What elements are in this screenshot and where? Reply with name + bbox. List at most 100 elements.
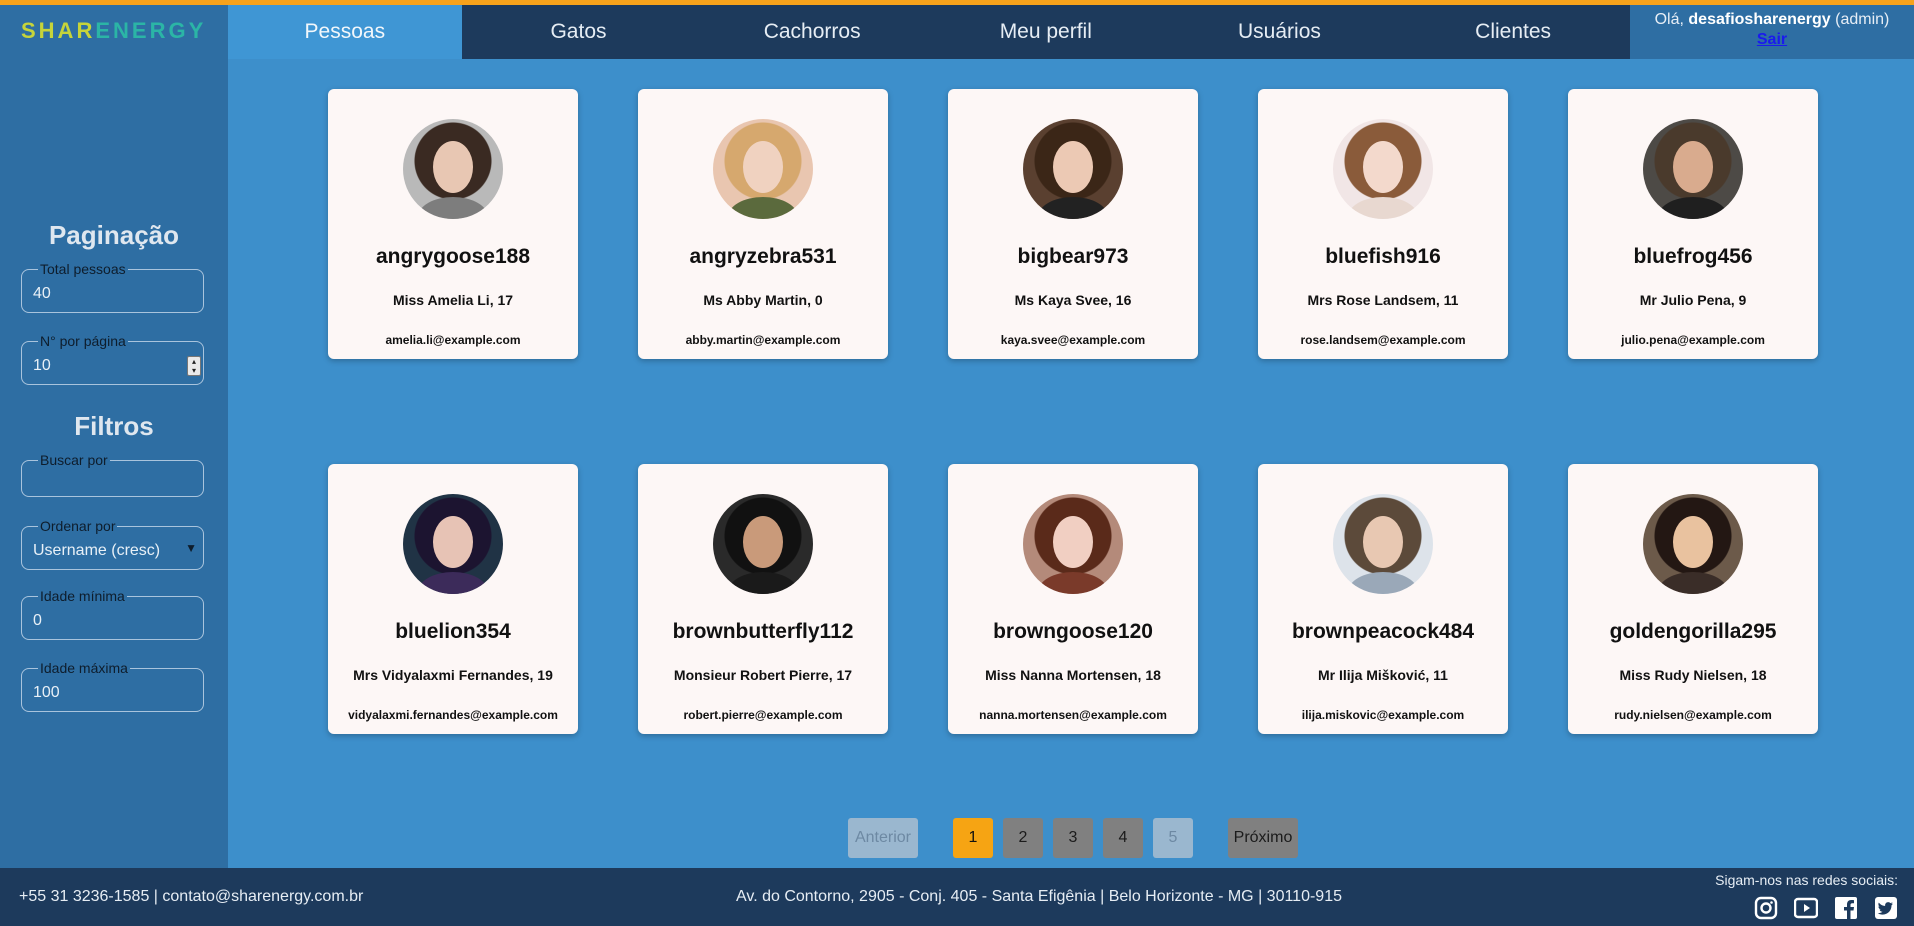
person-email: robert.pierre@example.com [683,708,843,722]
person-card[interactable]: browngoose120 Miss Nanna Mortensen, 18 nan… [948,464,1198,734]
sharenergy-logo[interactable]: SHARENERGY [21,18,206,44]
min-age-value: 0 [33,612,42,629]
person-username: bluefish916 [1325,245,1441,268]
page-button-5[interactable]: 5 [1153,818,1193,858]
person-card[interactable]: bigbear973 Ms Kaya Svee, 16 kaya.svee@exam… [948,89,1198,359]
twitter-icon[interactable] [1874,896,1898,920]
per-page-value: 10 [33,357,51,374]
user-name: desafiosharenergy [1688,11,1831,28]
person-fullname: Mrs Vidyalaxmi Fernandes, 19 [353,667,553,683]
avatar [403,119,503,219]
person-card[interactable]: angrygoose188 Miss Amelia Li, 17 amelia.li… [328,89,578,359]
person-username: bluelion354 [395,620,511,643]
chevron-down-icon: ▼ [185,541,197,555]
total-people-label: Total pessoas [38,261,128,277]
tab-usuarios[interactable]: Usuários [1163,5,1397,59]
logout-link[interactable]: Sair [1630,31,1914,49]
person-fullname: Miss Amelia Li, 17 [392,292,514,308]
page-button-3[interactable]: 3 [1053,818,1093,858]
per-page-field[interactable]: N° por página 10 ▴ ▾ [21,333,204,385]
filters-title: Filtros [74,411,154,441]
social-section: Sigam-nos nas redes sociais: [1715,872,1898,920]
social-label: Sigam-nos nas redes sociais: [1715,872,1898,888]
person-email: vidyalaxmi.fernandes@example.com [348,708,558,722]
person-email: ilija.miskovic@example.com [1301,708,1465,722]
person-card[interactable]: brownpeacock484 Mr Ilija Mišković, 11 ilij… [1258,464,1508,734]
person-email: rose.landsem@example.com [1300,333,1466,347]
person-email: julio.pena@example.com [1621,333,1765,347]
person-card[interactable]: goldengorilla295 Miss Rudy Nielsen, 18 rud… [1568,464,1818,734]
total-people-value: 40 [33,285,51,302]
per-page-label: N° por página [38,333,128,349]
order-by-select[interactable]: Ordenar por Username (cresc) ▼ [21,518,204,570]
avatar [1333,494,1433,594]
tab-meu-perfil[interactable]: Meu perfil [929,5,1163,59]
main-nav: Pessoas Gatos Cachorros Meu perfil Usuár… [228,5,1630,59]
person-card[interactable]: bluefish916 Mrs Rose Landsem, 11 rose.land… [1258,89,1508,359]
person-email: nanna.mortensen@example.com [979,708,1167,722]
page-button-2[interactable]: 2 [1003,818,1043,858]
max-age-label: Idade máxima [38,660,130,676]
page-button-4[interactable]: 4 [1103,818,1143,858]
person-fullname: Mrs Rose Landsem, 11 [1307,292,1459,308]
min-age-field[interactable]: Idade mínima 0 [21,588,204,640]
person-username: brownbutterfly112 [672,620,854,643]
min-age-label: Idade mínima [38,588,127,604]
avatar [713,119,813,219]
person-card[interactable]: bluefrog456 Mr Julio Pena, 9 julio.pena@ex… [1568,89,1818,359]
user-role: (admin) [1835,11,1890,28]
person-email: abby.martin@example.com [685,333,841,347]
avatar [403,494,503,594]
avatar [1643,494,1743,594]
footer-contact: +55 31 3236-1585 | contato@sharenergy.co… [19,888,364,905]
avatar [713,494,813,594]
avatar [1643,119,1743,219]
tab-pessoas[interactable]: Pessoas [228,5,462,59]
greeting-text: Olá, [1654,11,1684,28]
max-age-field[interactable]: Idade máxima 100 [21,660,204,712]
user-box: Olá, desafiosharenergy (admin) Sair [1630,5,1914,59]
person-fullname: Monsieur Robert Pierre, 17 [673,667,853,683]
total-people-field[interactable]: Total pessoas 40 [21,261,204,313]
footer-address: Av. do Contorno, 2905 - Conj. 405 - Sant… [736,888,1342,905]
person-fullname: Ms Kaya Svee, 16 [1014,292,1132,308]
person-username: goldengorilla295 [1609,620,1777,643]
youtube-icon[interactable] [1793,896,1819,920]
person-card[interactable]: bluelion354 Mrs Vidyalaxmi Fernandes, 19 v… [328,464,578,734]
sidebar: SHARENERGY Paginação Total pessoas 40 N°… [0,5,228,868]
order-by-label: Ordenar por [38,518,118,534]
person-fullname: Ms Abby Martin, 0 [703,292,823,308]
footer: +55 31 3236-1585 | contato@sharenergy.co… [0,868,1914,926]
previous-page-button[interactable]: Anterior [848,818,918,858]
person-username: brownpeacock484 [1291,620,1475,643]
order-by-value: Username (cresc) [33,542,161,559]
person-card[interactable]: brownbutterfly112 Monsieur Robert Pierre,… [638,464,888,734]
person-card[interactable]: angryzebra531 Ms Abby Martin, 0 abby.marti… [638,89,888,359]
instagram-icon[interactable] [1754,896,1778,920]
person-email: kaya.svee@example.com [1000,333,1146,347]
tab-clientes[interactable]: Clientes [1396,5,1630,59]
avatar [1333,119,1433,219]
person-fullname: Mr Julio Pena, 9 [1639,292,1747,308]
tab-gatos[interactable]: Gatos [462,5,696,59]
person-fullname: Miss Nanna Mortensen, 18 [985,667,1161,683]
person-username: browngoose120 [993,620,1153,643]
tab-cachorros[interactable]: Cachorros [695,5,929,59]
per-page-stepper[interactable]: ▴ ▾ [187,356,201,376]
max-age-value: 100 [33,684,60,701]
person-username: bluefrog456 [1633,245,1753,268]
pagination-title: Paginação [48,220,180,250]
person-email: rudy.nielsen@example.com [1614,708,1772,722]
page-button-1[interactable]: 1 [953,818,993,858]
avatar [1023,119,1123,219]
next-page-button[interactable]: Próximo [1228,818,1298,858]
person-email: amelia.li@example.com [385,333,521,347]
person-username: bigbear973 [1017,245,1129,268]
avatar [1023,494,1123,594]
person-username: angrygoose188 [375,245,531,268]
person-username: angryzebra531 [689,245,837,268]
person-fullname: Miss Rudy Nielsen, 18 [1619,667,1767,683]
search-label: Buscar por [38,452,110,468]
search-field[interactable]: Buscar por [21,452,204,497]
facebook-icon[interactable] [1834,896,1858,920]
